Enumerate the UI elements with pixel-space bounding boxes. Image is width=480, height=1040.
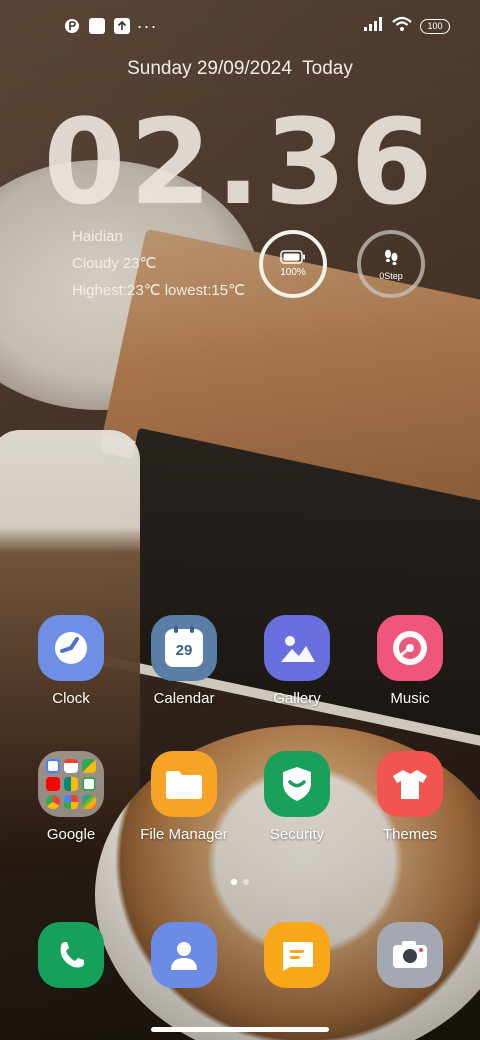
dock-phone[interactable] bbox=[16, 922, 126, 988]
clock-app-icon bbox=[38, 615, 104, 681]
upload-notification-icon bbox=[114, 18, 130, 34]
maps-icon bbox=[82, 759, 96, 773]
phone-icon bbox=[38, 922, 104, 988]
app-security[interactable]: Security bbox=[242, 751, 352, 843]
app-label: Clock bbox=[52, 690, 90, 707]
page-dot bbox=[243, 879, 249, 885]
camera-icon bbox=[377, 922, 443, 988]
play-store-icon bbox=[82, 795, 96, 809]
battery-icon: 100 bbox=[420, 18, 450, 34]
weather-location: Haidian bbox=[72, 228, 123, 245]
date-text: Sunday 29/09/2024 bbox=[127, 58, 292, 79]
footprints-icon bbox=[385, 249, 398, 265]
app-label: Calendar bbox=[153, 690, 215, 707]
google-folder-icon bbox=[38, 751, 104, 817]
status-notifications: ··· bbox=[64, 16, 158, 36]
home-indicator-bar[interactable] bbox=[151, 1027, 329, 1032]
step-widget[interactable]: 0Step bbox=[357, 230, 425, 298]
dock-messages[interactable] bbox=[242, 922, 352, 988]
files-icon bbox=[82, 777, 96, 791]
app-file-manager[interactable]: File Manager bbox=[129, 751, 239, 843]
battery-widget-icon bbox=[280, 250, 305, 264]
app-music[interactable]: Music bbox=[355, 615, 465, 707]
weather-widget[interactable]: Haidian Cloudy 23℃ Highest:23℃ lowest:15… bbox=[72, 227, 245, 308]
date-suffix: Today bbox=[302, 58, 353, 79]
dock-contacts[interactable] bbox=[129, 922, 239, 988]
more-dots-icon: ··· bbox=[136, 16, 158, 36]
security-app-icon bbox=[264, 751, 330, 817]
contacts-icon bbox=[151, 922, 217, 988]
battery-widget[interactable]: 100% bbox=[259, 230, 327, 298]
photos-icon bbox=[64, 795, 78, 809]
square-notification-icon bbox=[89, 18, 105, 34]
calendar-day: 29 bbox=[175, 642, 193, 659]
youtube-icon bbox=[46, 777, 60, 791]
app-gallery[interactable]: Gallery bbox=[242, 615, 352, 707]
notification-icon bbox=[64, 18, 80, 34]
weather-condition: Cloudy 23℃ bbox=[72, 255, 157, 272]
google-search-icon bbox=[46, 759, 60, 773]
app-calendar[interactable]: 29 Calendar bbox=[129, 615, 239, 707]
wifi-icon bbox=[392, 16, 412, 37]
lockscreen-date: Sunday 29/09/2024 Today bbox=[0, 58, 480, 80]
status-system: 100 bbox=[364, 16, 450, 37]
weather-range: Highest:23℃ lowest:15℃ bbox=[72, 282, 245, 299]
messages-icon bbox=[264, 922, 330, 988]
app-label: Music bbox=[390, 690, 430, 707]
gmail-icon bbox=[64, 759, 78, 773]
app-label: Security bbox=[269, 826, 325, 843]
music-app-icon bbox=[377, 615, 443, 681]
app-label: File Manager bbox=[140, 826, 228, 843]
page-indicator[interactable] bbox=[0, 879, 480, 885]
battery-widget-label: 100% bbox=[280, 267, 306, 278]
app-themes[interactable]: Themes bbox=[355, 751, 465, 843]
file-manager-app-icon bbox=[151, 751, 217, 817]
signal-icon bbox=[364, 16, 384, 36]
themes-app-icon bbox=[377, 751, 443, 817]
lockscreen-clock[interactable]: 02.36 bbox=[0, 102, 480, 222]
calendar-app-icon: 29 bbox=[151, 615, 217, 681]
step-widget-label: 0Step bbox=[379, 270, 403, 281]
app-label: Google bbox=[46, 826, 96, 843]
dock-camera[interactable] bbox=[355, 922, 465, 988]
status-bar[interactable]: ··· 100 bbox=[0, 0, 480, 52]
meet-icon bbox=[64, 777, 78, 791]
gallery-app-icon bbox=[264, 615, 330, 681]
app-clock[interactable]: Clock bbox=[16, 615, 126, 707]
app-label: Gallery bbox=[273, 690, 321, 707]
app-google-folder[interactable]: Google bbox=[16, 751, 126, 843]
page-dot-active bbox=[231, 879, 237, 885]
chrome-icon bbox=[46, 795, 60, 809]
app-label: Themes bbox=[382, 826, 438, 843]
